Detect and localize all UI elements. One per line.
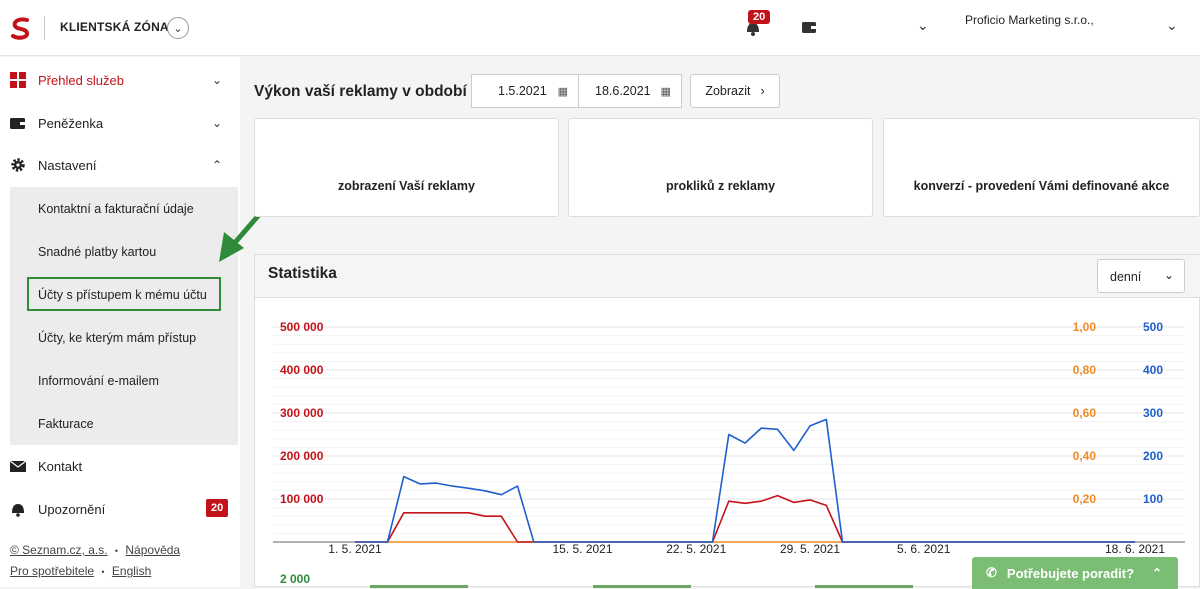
zone-switch-button[interactable]: ⌄ — [167, 17, 189, 39]
x-axis-tick-label: 15. 5. 2021 — [552, 542, 612, 556]
phone-icon: ✆ — [986, 565, 997, 580]
seznam-logo[interactable] — [10, 16, 32, 40]
sidebar-item-settings[interactable]: Nastavení ⌃ — [0, 145, 240, 185]
wallet-icon — [10, 118, 25, 129]
submenu-item-email-notifications[interactable]: Informování e-mailem — [38, 374, 159, 388]
top-bar: KLIENTSKÁ ZÓNA ⌄ 20 ⌄ Proficio Marketing… — [0, 0, 1200, 56]
right-axis-orange-tick-label: 0,40 — [1073, 449, 1097, 463]
help-chat-button[interactable]: ✆ Potřebujete poradit? ⌃ — [972, 557, 1178, 589]
submenu-item-card-payments[interactable]: Snadné platby kartou — [38, 245, 156, 259]
lower-axis-tick-label: 2 000 — [280, 572, 310, 586]
dashboard-icon — [10, 72, 26, 88]
chevron-up-icon: ⌃ — [1152, 566, 1163, 580]
clicks-card: prokliků z reklamy — [568, 118, 873, 217]
copyright-link[interactable]: © Seznam.cz, a.s. — [10, 543, 108, 557]
right-axis-orange-tick-label: 0,80 — [1073, 363, 1097, 377]
chevron-down-icon[interactable]: ⌄ — [917, 17, 929, 34]
notification-badge[interactable]: 20 — [748, 10, 771, 24]
right-axis-blue-tick-label: 400 — [1143, 363, 1163, 377]
company-name[interactable]: Proficio Marketing s.r.o., — [965, 13, 1094, 27]
left-axis-tick-label: 200 000 — [280, 449, 324, 463]
sidebar-item-notifications[interactable]: Upozornění — [0, 489, 240, 529]
wallet-icon[interactable] — [801, 19, 817, 35]
right-axis-orange-tick-label: 0,60 — [1073, 406, 1097, 420]
help-link[interactable]: Nápověda — [125, 543, 180, 557]
x-axis-tick-label: 22. 5. 2021 — [666, 542, 726, 556]
sidebar-item-wallet[interactable]: Peněženka ⌄ — [0, 103, 240, 143]
sidebar-item-label: Peněženka — [38, 115, 104, 131]
zone-label: KLIENTSKÁ ZÓNA — [60, 20, 169, 34]
right-axis-blue-tick-label: 300 — [1143, 406, 1163, 420]
statistics-chart: 500 000 400 000 300 000 200 000 100 000 1,00 0… — [273, 320, 1185, 588]
envelope-icon — [10, 460, 26, 472]
sidebar-item-label: Upozornění — [38, 501, 106, 517]
chevron-down-icon: ⌄ — [212, 116, 223, 130]
right-axis-blue-tick-label: 500 — [1143, 320, 1163, 334]
footer-links-row-1: © Seznam.cz, a.s. • Nápověda — [10, 543, 180, 557]
calendar-icon[interactable]: ▦ — [661, 85, 671, 98]
card-label: konverzí - provedení Vámi definované akc… — [913, 178, 1170, 193]
left-axis-tick-label: 500 000 — [280, 320, 324, 334]
right-axis-orange-tick-label: 0,20 — [1073, 492, 1097, 506]
bell-icon — [12, 504, 24, 517]
x-axis-tick-label: 29. 5. 2021 — [780, 542, 840, 556]
left-axis-tick-label: 300 000 — [280, 406, 324, 420]
x-axis-tick-label: 18. 6. 2021 — [1105, 542, 1165, 556]
x-axis-tick-label: 1. 5. 2021 — [328, 542, 382, 556]
settings-submenu: Kontaktní a fakturační údaje Snadné plat… — [10, 187, 238, 445]
sidebar-item-label: Kontakt — [38, 458, 83, 474]
statistics-panel: Statistika denní ⌄ 500 000 400 000 300 000… — [254, 254, 1200, 588]
english-link[interactable]: English — [112, 564, 151, 578]
date-from-input[interactable]: 1.5.2021 ▦ — [471, 74, 579, 108]
submenu-item-contact-billing[interactable]: Kontaktní a fakturační údaje — [38, 202, 194, 216]
highlight-frame — [27, 277, 221, 311]
right-axis-orange-tick-label: 1,00 — [1073, 320, 1097, 334]
impressions-card: zobrazení Vaší reklamy — [254, 118, 559, 217]
submenu-item-invoicing[interactable]: Fakturace — [38, 417, 94, 431]
logo-divider — [44, 16, 45, 40]
sidebar: Přehled služeb ⌄ Peněženka ⌄ Nastavení ⌃… — [0, 57, 240, 587]
notification-count-badge: 20 — [206, 499, 229, 517]
help-chat-label: Potřebujete poradit? — [1006, 565, 1135, 581]
card-label: zobrazení Vaší reklamy — [338, 178, 475, 193]
separator-dot: • — [114, 546, 119, 556]
conversions-card: konverzí - provedení Vámi definované akc… — [883, 118, 1200, 217]
card-label: prokliků z reklamy — [665, 178, 776, 193]
separator-dot: • — [101, 567, 105, 577]
date-to-input[interactable]: 18.6.2021 ▦ — [578, 74, 682, 108]
chevron-right-icon: › — [760, 84, 765, 98]
footer-links-row-2: Pro spotřebitele • English — [10, 564, 151, 578]
red-series-line — [355, 494, 1135, 543]
consumers-link[interactable]: Pro spotřebitele — [10, 564, 94, 578]
blue-series-line — [355, 418, 1135, 543]
sidebar-item-services[interactable]: Přehled služeb ⌄ — [0, 60, 240, 100]
date-from-value: 1.5.2021 — [498, 84, 547, 98]
chevron-up-icon: ⌃ — [212, 158, 223, 172]
page-title: Výkon vaší reklamy v období — [254, 83, 467, 100]
sidebar-item-label: Přehled služeb — [38, 72, 124, 88]
calendar-icon[interactable]: ▦ — [558, 85, 568, 98]
left-axis-tick-label: 400 000 — [280, 363, 324, 377]
right-axis-blue-tick-label: 200 — [1143, 449, 1163, 463]
sidebar-item-label: Nastavení — [38, 157, 97, 173]
x-axis-tick-label: 5. 6. 2021 — [897, 542, 951, 556]
chevron-down-icon: ⌄ — [212, 73, 223, 87]
show-button[interactable]: Zobrazit › — [690, 74, 780, 108]
chevron-down-icon: ⌄ — [173, 22, 183, 35]
submenu-item-accessible-accounts[interactable]: Účty, ke kterým mám přístup — [38, 331, 196, 345]
left-axis-tick-label: 100 000 — [280, 492, 324, 506]
right-axis-blue-tick-label: 100 — [1143, 492, 1163, 506]
show-button-label: Zobrazit — [705, 84, 751, 98]
gear-icon — [11, 158, 25, 172]
chevron-down-icon[interactable]: ⌄ — [1166, 17, 1178, 34]
date-to-value: 18.6.2021 — [595, 84, 651, 98]
sidebar-item-contact[interactable]: Kontakt — [0, 446, 240, 486]
